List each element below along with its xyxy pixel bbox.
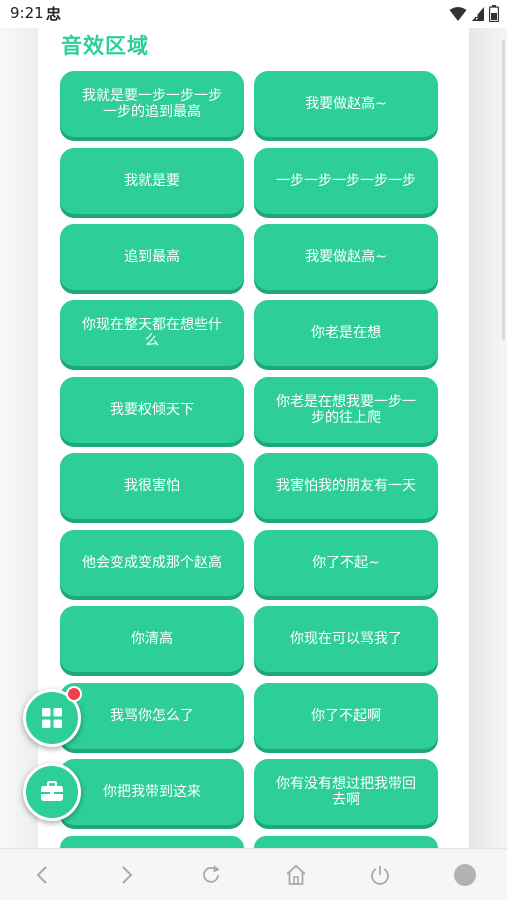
- sound-button[interactable]: 一步一步一步一步一步: [254, 148, 438, 214]
- sound-button[interactable]: 他会变成变成那个赵高: [60, 530, 244, 596]
- sound-button-label: 我要权倾天下: [110, 402, 194, 418]
- sound-button-label: 你把我带到这来: [103, 784, 201, 800]
- sound-button[interactable]: 你把我带到这来: [60, 759, 244, 825]
- sound-button-label: 我就是要: [124, 173, 180, 189]
- sound-button[interactable]: 你了不起~: [254, 530, 438, 596]
- sound-button[interactable]: 追到最高: [60, 224, 244, 290]
- scrollbar[interactable]: [502, 40, 505, 340]
- sound-button-label: 我骂你怎么了: [110, 708, 194, 724]
- refresh-icon: [203, 865, 220, 883]
- sound-button-partial[interactable]: [254, 836, 438, 848]
- sound-button-label: 我要做赵高~: [305, 96, 387, 112]
- bottom-nav: [0, 848, 507, 900]
- sound-button[interactable]: 你了不起啊: [254, 683, 438, 749]
- sound-button[interactable]: 你老是在想: [254, 300, 438, 366]
- sound-button[interactable]: 我很害怕: [60, 453, 244, 519]
- circle-icon: [453, 864, 476, 886]
- sound-button[interactable]: 我就是要一步一步一步一步的追到最高: [60, 71, 244, 137]
- sound-button-label: 你了不起啊: [311, 708, 381, 724]
- grid-icon: [42, 708, 62, 728]
- sound-button-label: 你老是在想我要一步一步的往上爬: [276, 394, 416, 426]
- sound-button-label: 追到最高: [124, 249, 180, 265]
- notification-badge: [66, 686, 82, 702]
- sound-button[interactable]: 我就是要: [60, 148, 244, 214]
- sound-button-label: 你现在可以骂我了: [290, 631, 402, 647]
- sound-button[interactable]: 我要权倾天下: [60, 377, 244, 443]
- sound-button[interactable]: 你现在整天都在想些什么: [60, 300, 244, 366]
- toolbox-button[interactable]: [23, 763, 81, 821]
- signal-icon: [472, 6, 484, 21]
- sound-button-label: 你清高: [131, 631, 173, 647]
- notification-icon: 忠: [46, 5, 62, 23]
- sound-button[interactable]: 你现在可以骂我了: [254, 606, 438, 672]
- status-icons: [449, 5, 499, 22]
- sound-button[interactable]: 我要做赵高~: [254, 224, 438, 290]
- back-button[interactable]: [22, 855, 62, 895]
- home-icon: [286, 864, 306, 885]
- status-bar: 9:21 忠: [0, 0, 507, 28]
- wifi-icon: [449, 6, 467, 21]
- power-button[interactable]: [360, 855, 400, 895]
- forward-icon: [122, 866, 133, 884]
- section-title: 音效区域: [61, 34, 149, 58]
- toolbox-icon: [41, 781, 63, 801]
- app-screen: 9:21 忠 音效区域 我就是要一步一步一步一步的追到最高 我要做赵高~ 我就是…: [0, 0, 507, 900]
- sound-button[interactable]: 我要做赵高~: [254, 71, 438, 137]
- battery-icon: [489, 5, 499, 22]
- sound-button-label: 你了不起~: [312, 555, 380, 571]
- back-icon: [36, 866, 47, 884]
- sound-button-label: 我就是要一步一步一步一步的追到最高: [82, 88, 222, 120]
- power-icon: [371, 866, 390, 885]
- sound-button[interactable]: 你老是在想我要一步一步的往上爬: [254, 377, 438, 443]
- sound-button[interactable]: 我骂你怎么了: [60, 683, 244, 749]
- sound-button-label: 你现在整天都在想些什么: [82, 317, 222, 349]
- forward-button[interactable]: [107, 855, 147, 895]
- status-time: 9:21: [10, 4, 44, 22]
- sound-button[interactable]: 你有没有想过把我带回去啊: [254, 759, 438, 825]
- sound-button-label: 一步一步一步一步一步: [276, 173, 416, 189]
- profile-button[interactable]: [445, 855, 485, 895]
- sound-button-label: 他会变成变成那个赵高: [82, 555, 222, 571]
- sound-button[interactable]: 你清高: [60, 606, 244, 672]
- sound-button-label: 我要做赵高~: [305, 249, 387, 265]
- sound-button-label: 你有没有想过把我带回去啊: [276, 776, 416, 808]
- refresh-button[interactable]: [191, 855, 231, 895]
- sound-button[interactable]: 我害怕我的朋友有一天: [254, 453, 438, 519]
- sound-button-label: 我害怕我的朋友有一天: [276, 478, 416, 494]
- sound-button-label: 你老是在想: [311, 325, 381, 341]
- sound-button-partial[interactable]: [60, 836, 244, 848]
- sound-button-label: 我很害怕: [124, 478, 180, 494]
- home-button[interactable]: [276, 855, 316, 895]
